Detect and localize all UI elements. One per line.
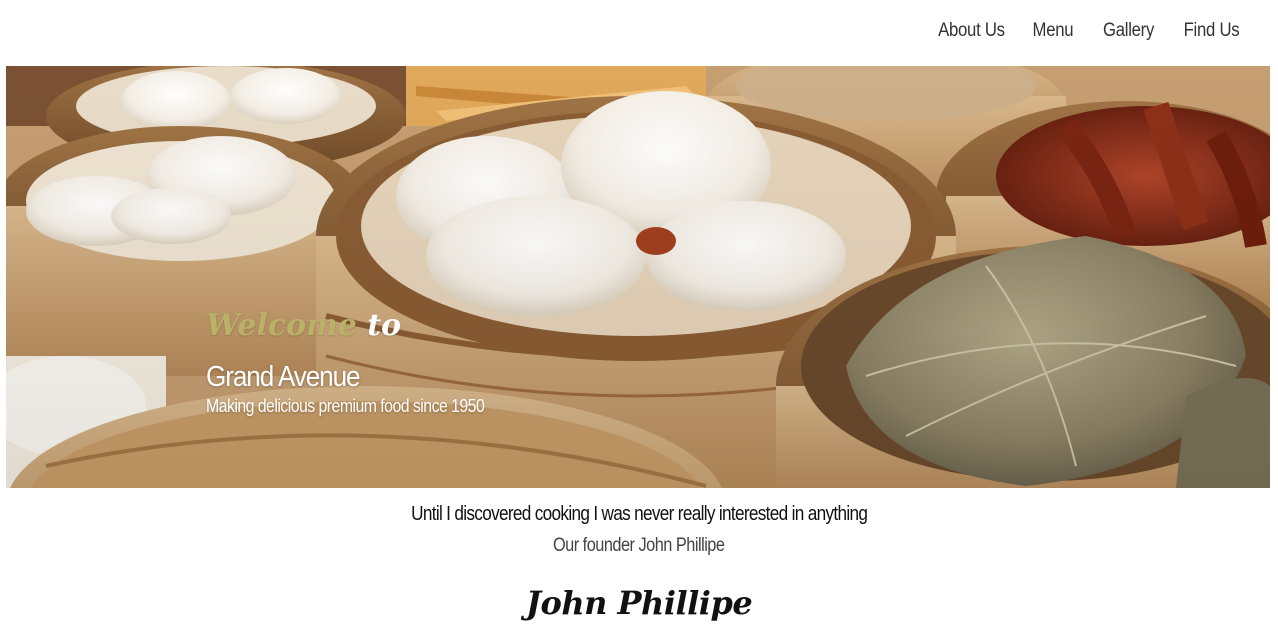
hero-text: Welcome to Grand Avenue Making delicious… bbox=[206, 311, 522, 417]
founder-attribution-text: Our founder John Phillipe bbox=[553, 535, 725, 556]
founder-quote-text: Until I discovered cooking I was never r… bbox=[410, 503, 868, 525]
founder-attribution: Our founder John Phillipe bbox=[0, 535, 1278, 557]
restaurant-name: Grand Avenue bbox=[206, 361, 361, 393]
founder-quote: Until I discovered cooking I was never r… bbox=[0, 503, 1278, 526]
page: About Us Menu Gallery Find Us Welcome to… bbox=[0, 0, 1278, 633]
hero-image bbox=[6, 66, 1270, 488]
hero-tagline: Making delicious premium food since 1950 bbox=[206, 396, 485, 416]
nav-item-about-us[interactable]: About Us bbox=[939, 20, 1006, 42]
hero-banner: Welcome to Grand Avenue Making delicious… bbox=[6, 66, 1270, 488]
nav-links: About Us Menu Gallery Find Us bbox=[929, 20, 1240, 42]
nav-item-menu[interactable]: Menu bbox=[1033, 20, 1074, 42]
welcome-heading: Welcome to bbox=[206, 311, 522, 341]
to-word: to bbox=[367, 308, 402, 343]
nav-item-gallery[interactable]: Gallery bbox=[1103, 20, 1154, 42]
welcome-word: Welcome bbox=[206, 308, 357, 343]
nav-item-find-us[interactable]: Find Us bbox=[1183, 20, 1239, 42]
top-navigation: About Us Menu Gallery Find Us bbox=[0, 0, 1278, 66]
founder-signature: John Phillipe bbox=[525, 584, 753, 622]
